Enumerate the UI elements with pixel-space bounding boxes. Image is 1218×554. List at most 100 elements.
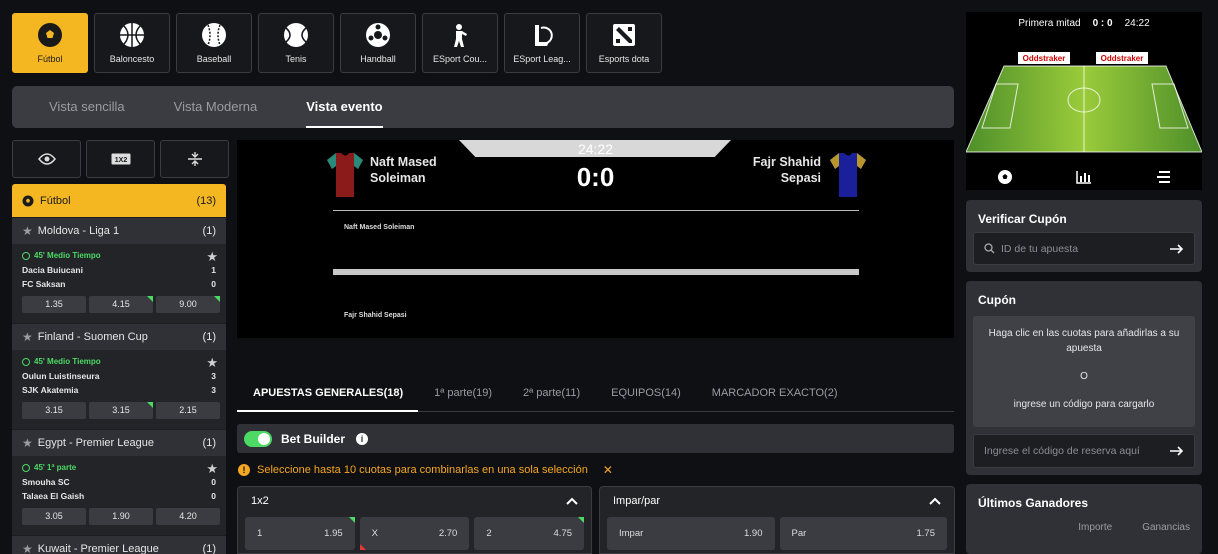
eye-icon — [37, 153, 56, 165]
tab-equipos[interactable]: EQUIPOS(14) — [595, 382, 696, 411]
tab-vista-moderna[interactable]: Vista Moderna — [174, 86, 258, 128]
selection-warning: ! Seleccione hasta 10 cuotas para combin… — [238, 463, 613, 477]
league-header[interactable]: ★ Finland - Suomen Cup (1) — [12, 323, 226, 350]
away-shirt-icon — [830, 153, 866, 197]
odd-button-home[interactable]: 1.35 — [22, 296, 86, 313]
odd-button-draw[interactable]: 1.90 — [89, 508, 153, 525]
market-header[interactable]: 1x2 — [238, 487, 591, 514]
clock-icon — [22, 251, 30, 260]
odds-format-button[interactable]: 1X2 — [86, 140, 155, 178]
match-card[interactable]: 45' 1ª parte ★ Smouha SC 0 Talaea El Gais… — [12, 456, 226, 535]
odd-button-draw[interactable]: 3.15 — [89, 402, 153, 419]
away-team: SJK Akatemia 3 — [22, 385, 216, 395]
divider — [333, 210, 859, 211]
view-toggle-button[interactable] — [12, 140, 81, 178]
market-header[interactable]: Impar/par — [600, 487, 954, 514]
bet-builder-label: Bet Builder — [281, 431, 346, 446]
bet-builder-toggle[interactable] — [244, 430, 272, 447]
sport-tab-esport-counter[interactable]: ESport Cou... — [422, 13, 498, 73]
basketball-icon — [120, 23, 144, 47]
sport-tab-futbol[interactable]: Fútbol — [12, 13, 88, 73]
booking-code-input[interactable]: Ingrese el código de reserva aquí — [973, 434, 1195, 468]
home-team: Oulun Luistinseura 3 — [22, 371, 216, 381]
star-icon[interactable]: ★ — [22, 436, 33, 450]
chevron-up-icon[interactable] — [566, 497, 578, 505]
winners-header: Importe Ganancias — [1078, 522, 1190, 533]
info-icon[interactable]: i — [356, 432, 369, 445]
match-status: 45' 1ª parte — [22, 460, 220, 475]
tracker-header: Primera mitad 0 : 0 24:22 — [1018, 18, 1150, 29]
search-icon — [984, 243, 995, 254]
favorite-star-icon[interactable]: ★ — [206, 355, 218, 371]
sport-tab-handball[interactable]: Handball — [340, 13, 416, 73]
sport-tab-tenis[interactable]: Tenis — [258, 13, 334, 73]
match-card[interactable]: 45' Medio Tiempo ★ Oulun Luistinseura 3 S… — [12, 350, 226, 429]
match-card[interactable]: 45' Medio Tiempo ★ Dacia Buiucani 1 FC Sa… — [12, 244, 226, 323]
arrow-right-icon[interactable] — [1170, 446, 1184, 456]
tab-primera-parte[interactable]: 1ª parte(19) — [418, 382, 507, 411]
coupon-empty-state: Haga clic en las cuotas para añadirlas a… — [973, 316, 1195, 427]
warning-icon: ! — [238, 464, 250, 476]
odd-button-draw[interactable]: 4.15 — [89, 296, 153, 313]
1x2-icon: 1X2 — [111, 153, 130, 165]
shooter-icon — [454, 24, 467, 47]
soccer-ball-icon[interactable] — [997, 169, 1013, 185]
tab-vista-sencilla[interactable]: Vista sencilla — [49, 86, 125, 128]
league-header[interactable]: ★ Kuwait - Premier League (1) — [12, 535, 226, 554]
league-header[interactable]: ★ Egypt - Premier League (1) — [12, 429, 226, 456]
odd-button-home[interactable]: 3.05 — [22, 508, 86, 525]
close-icon[interactable]: ✕ — [603, 463, 613, 477]
away-team-name: Fajr Shahid Sepasi — [752, 155, 821, 185]
selection-button[interactable]: 2 4.75 — [474, 517, 585, 550]
stats-icon[interactable] — [1076, 170, 1092, 184]
sport-tab-esports-dota[interactable]: Esports dota — [586, 13, 662, 73]
selection-button[interactable]: X 2.70 — [359, 517, 470, 550]
bet-id-input[interactable]: ID de tu apuesta — [973, 232, 1195, 265]
star-icon[interactable]: ★ — [22, 330, 33, 344]
odd-button-away[interactable]: 9.00 — [156, 296, 220, 313]
odd-button-away[interactable]: 4.20 — [156, 508, 220, 525]
star-icon[interactable]: ★ — [22, 542, 33, 554]
league-icon — [535, 25, 553, 46]
selection-button[interactable]: 1 1.95 — [245, 517, 355, 550]
coupon-title: Cupón — [978, 293, 1016, 307]
sport-header[interactable]: Fútbol (13) — [12, 184, 226, 217]
collapse-button[interactable] — [160, 140, 229, 178]
sport-count: (13) — [196, 194, 216, 207]
view-tabs: Vista sencilla Vista Moderna Vista event… — [12, 86, 954, 128]
verify-coupon-panel: Verificar Cupón ID de tu apuesta — [966, 200, 1202, 272]
lineup-icon[interactable] — [1155, 170, 1171, 184]
tab-marcador-exacto[interactable]: MARCADOR EXACTO(2) — [696, 382, 853, 411]
soccer-ball-icon — [38, 23, 62, 47]
sport-tab-baloncesto[interactable]: Baloncesto — [94, 13, 170, 73]
favorite-star-icon[interactable]: ★ — [206, 249, 218, 265]
odd-button-away[interactable]: 2.15 — [156, 402, 220, 419]
sport-tab-baseball[interactable]: Baseball — [176, 13, 252, 73]
left-toolbar: 1X2 — [12, 140, 229, 178]
away-team: Talaea El Gaish 0 — [22, 491, 216, 501]
arrow-right-icon[interactable] — [1170, 243, 1184, 254]
sponsor-logo: Oddstraker — [1101, 54, 1144, 63]
svg-text:1X2: 1X2 — [114, 157, 127, 164]
market-impar-par: Impar/par Impar 1.90 Par 1.75 — [599, 486, 955, 554]
tab-vista-evento[interactable]: Vista evento — [306, 86, 383, 128]
league-header[interactable]: ★ Moldova - Liga 1 (1) — [12, 217, 226, 244]
live-match-list: Fútbol (13) ★ Moldova - Liga 1 (1) 45' M… — [12, 184, 226, 554]
clock-icon — [22, 463, 30, 472]
selection-button[interactable]: Impar 1.90 — [607, 517, 775, 550]
baseball-icon — [202, 23, 226, 47]
odd-button-home[interactable]: 3.15 — [22, 402, 86, 419]
sport-tab-esport-league[interactable]: ESport Leag... — [504, 13, 580, 73]
selection-button[interactable]: Par 1.75 — [779, 517, 947, 550]
market-tabs: APUESTAS GENERALES(18) 1ª parte(19) 2ª p… — [237, 382, 954, 412]
tab-segunda-parte[interactable]: 2ª parte(11) — [507, 382, 595, 411]
favorite-star-icon[interactable]: ★ — [206, 461, 218, 477]
tab-apuestas-generales[interactable]: APUESTAS GENERALES(18) — [237, 382, 419, 412]
last-winners-panel: Últimos Ganadores Importe Ganancias — [966, 484, 1202, 554]
chevron-up-icon[interactable] — [929, 497, 941, 505]
pitch-graphic: Oddstraker Oddstraker — [966, 52, 1202, 153]
star-icon[interactable]: ★ — [22, 224, 33, 238]
home-team-name: Naft Mased Soleiman — [370, 155, 437, 185]
market-1x2: 1x2 1 1.95 X 2.70 2 4.75 — [237, 486, 592, 554]
home-shirt-icon — [327, 153, 363, 197]
